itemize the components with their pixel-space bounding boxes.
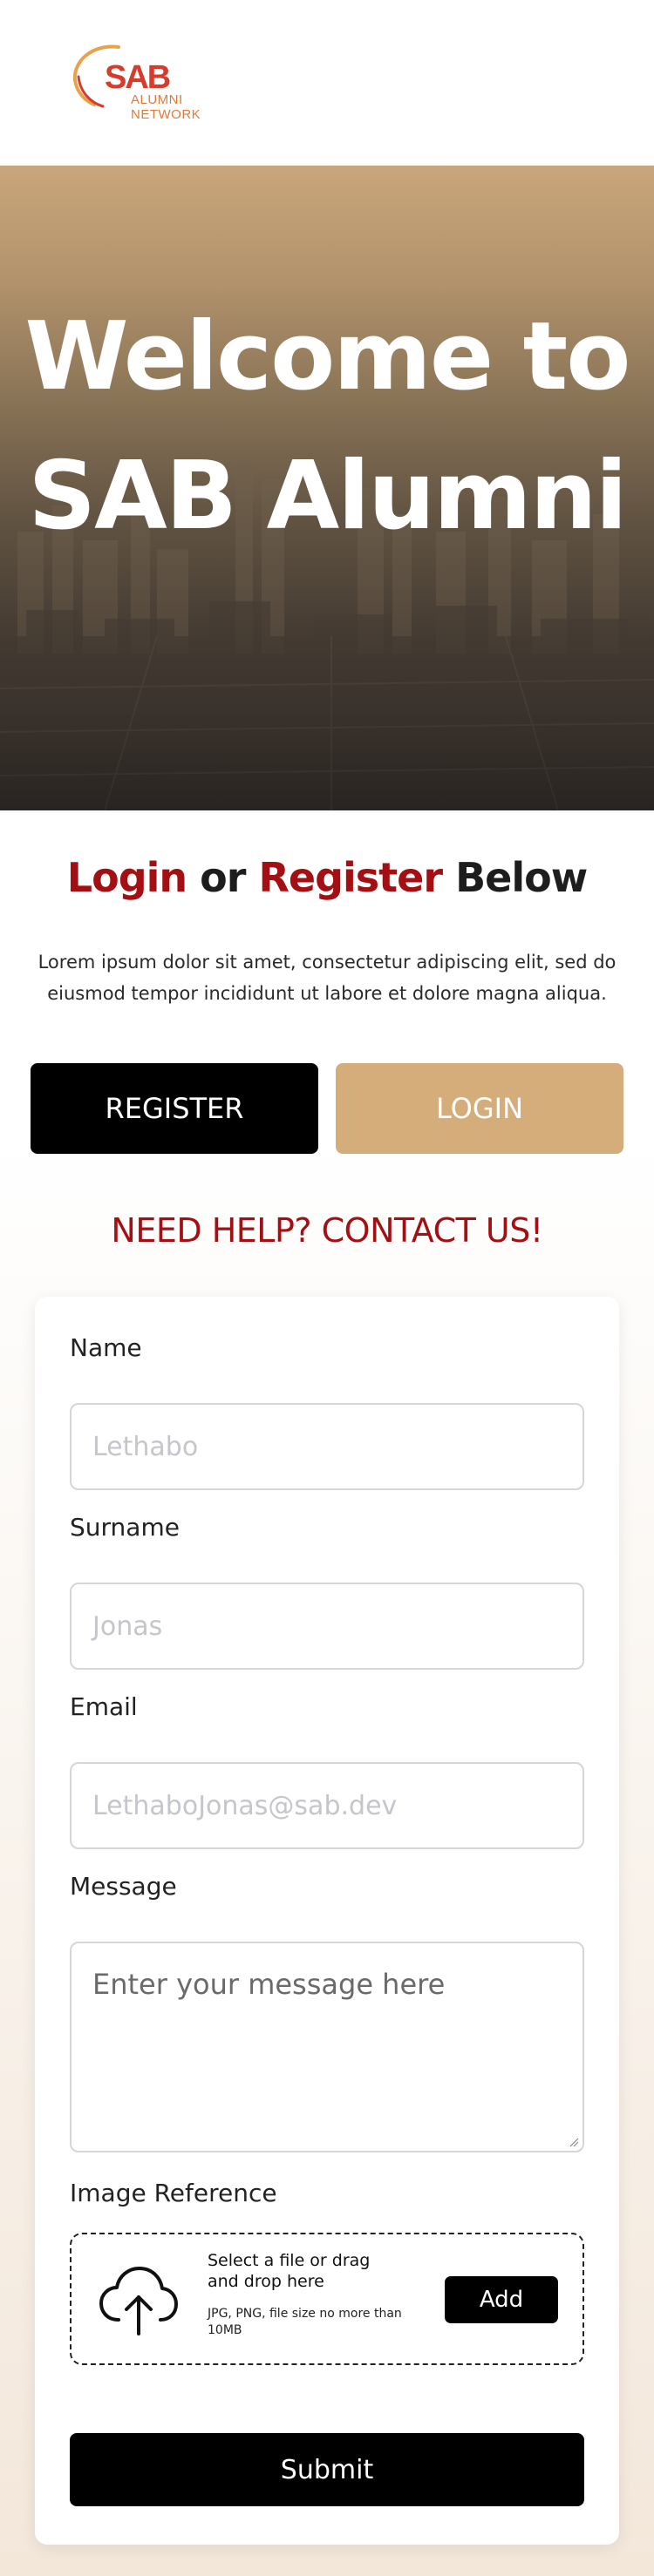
heading-or-word: or [187,854,259,901]
sab-alumni-logo[interactable]: SAB ALUMNI NETWORK [68,42,208,129]
hero-title: Welcome to SAB Alumni [0,288,654,566]
email-input[interactable]: LethaboJonas@sab.dev [70,1762,584,1849]
message-label: Message [70,1872,177,1901]
logo-line-alumni: ALUMNI [131,92,183,107]
message-textarea[interactable]: Enter your message here [70,1942,584,2152]
auth-description: Lorem ipsum dolor sit amet, consectetur … [37,952,617,1004]
email-label: Email [70,1692,138,1721]
surname-input[interactable]: Jonas [70,1583,584,1670]
image-reference-label: Image Reference [70,2179,277,2207]
heading-login-word: Login [66,854,187,901]
upload-constraints: JPG, PNG, file size no more than 10MB [208,2307,402,2337]
heading-register-word: Register [258,854,443,901]
surname-label: Surname [70,1513,180,1542]
site-header: SAB ALUMNI NETWORK [0,0,654,166]
login-button[interactable]: LOGIN [336,1063,623,1154]
hero-banner: Welcome to SAB Alumni [0,166,654,810]
name-input[interactable]: Lethabo [70,1403,584,1490]
add-file-button[interactable]: Add [445,2276,558,2323]
submit-button[interactable]: Submit [70,2433,584,2506]
name-label: Name [70,1333,142,1362]
login-register-heading: Login or Register Below [0,854,654,901]
hero-title-line1: Welcome to [24,302,631,411]
contact-heading: NEED HELP? CONTACT US! [111,1211,543,1250]
logo-wordmark: SAB [105,59,171,96]
hero-title-line2: SAB Alumni [28,442,627,551]
resize-handle-icon[interactable] [569,2137,579,2147]
logo-line-network: NETWORK [131,107,201,122]
register-button[interactable]: REGISTER [31,1063,318,1154]
cloud-upload-icon [99,2267,178,2335]
file-dropzone[interactable]: Select a file or drag and drop here JPG,… [70,2233,584,2365]
message-placeholder: Enter your message here [92,1968,446,2001]
heading-below-word: Below [442,854,588,901]
upload-instructions: Select a file or drag and drop here [208,2251,371,2291]
